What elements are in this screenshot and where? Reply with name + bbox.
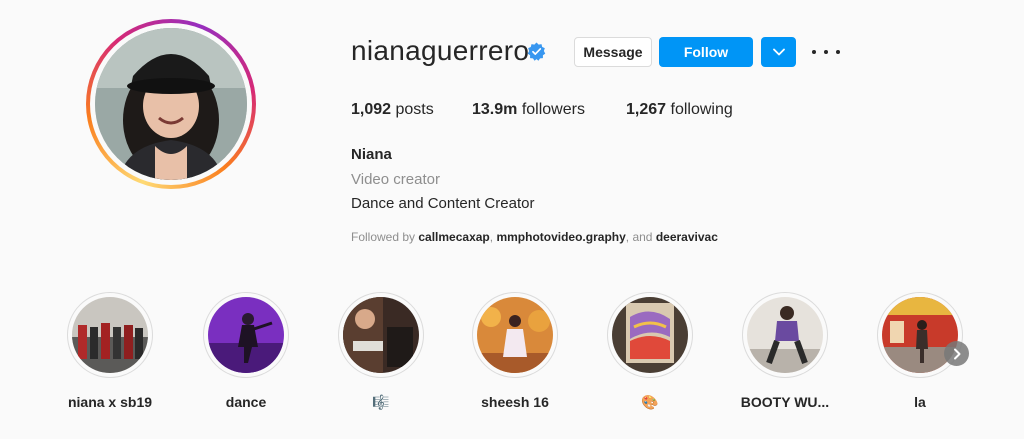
highlight-label: dance xyxy=(225,394,267,410)
followed-by-user[interactable]: deeravivac xyxy=(656,230,718,244)
verified-badge-icon xyxy=(527,42,546,61)
highlight-label: 🎨 xyxy=(641,394,659,410)
followed-by[interactable]: Followed by callmecaxap, mmphotovideo.gr… xyxy=(351,230,718,244)
bio-name: Niana xyxy=(351,146,392,163)
suggested-accounts-button[interactable] xyxy=(761,37,796,67)
bio-category: Video creator xyxy=(351,171,440,188)
following-count: 1,267 xyxy=(626,101,667,118)
highlight-item[interactable]: 🎨 xyxy=(600,292,700,411)
highlight-thumbnail xyxy=(343,297,419,373)
message-button[interactable]: Message xyxy=(574,37,652,67)
profile-username: nianaguerrero xyxy=(351,35,530,66)
following-stat[interactable]: 1,267 following xyxy=(626,101,733,119)
highlight-item[interactable]: dance xyxy=(196,292,296,410)
profile-page: nianaguerrero Message Follow 1,092 posts… xyxy=(0,0,1024,439)
followers-count: 13.9m xyxy=(472,101,518,118)
highlight-item[interactable]: 🎼 xyxy=(331,292,431,411)
profile-avatar[interactable] xyxy=(86,19,256,189)
highlight-label: niana x sb19 xyxy=(67,394,153,410)
posts-count: 1,092 xyxy=(351,101,392,118)
highlight-label: sheesh 16 xyxy=(481,394,549,410)
highlight-thumbnail xyxy=(747,297,823,373)
chevron-right-icon xyxy=(953,348,960,359)
followers-stat[interactable]: 13.9m followers xyxy=(472,101,585,119)
posts-stat: 1,092 posts xyxy=(351,101,434,119)
highlight-thumbnail xyxy=(208,297,284,373)
following-label: following xyxy=(670,101,733,118)
chevron-down-icon xyxy=(772,48,785,56)
posts-label: posts xyxy=(395,101,434,118)
highlights-next-button[interactable] xyxy=(944,341,969,366)
highlight-item[interactable]: BOOTY WU... xyxy=(735,292,835,410)
more-options-icon[interactable] xyxy=(812,42,840,62)
highlight-thumbnail xyxy=(72,297,148,373)
highlight-item[interactable]: niana x sb19 xyxy=(60,292,160,410)
followed-by-user[interactable]: mmphotovideo.graphy xyxy=(496,230,625,244)
highlight-label: 🎼 xyxy=(372,394,390,410)
highlight-item[interactable]: sheesh 16 xyxy=(465,292,565,410)
bio-text: Dance and Content Creator xyxy=(351,195,535,212)
followers-label: followers xyxy=(521,101,585,118)
avatar-photo xyxy=(95,28,247,180)
follow-button[interactable]: Follow xyxy=(659,37,753,67)
highlight-thumbnail xyxy=(612,297,688,373)
followed-by-user[interactable]: callmecaxap xyxy=(418,230,489,244)
highlight-label: BOOTY WU... xyxy=(740,394,830,410)
highlight-thumbnail xyxy=(477,297,553,373)
highlight-label: la xyxy=(914,394,926,410)
